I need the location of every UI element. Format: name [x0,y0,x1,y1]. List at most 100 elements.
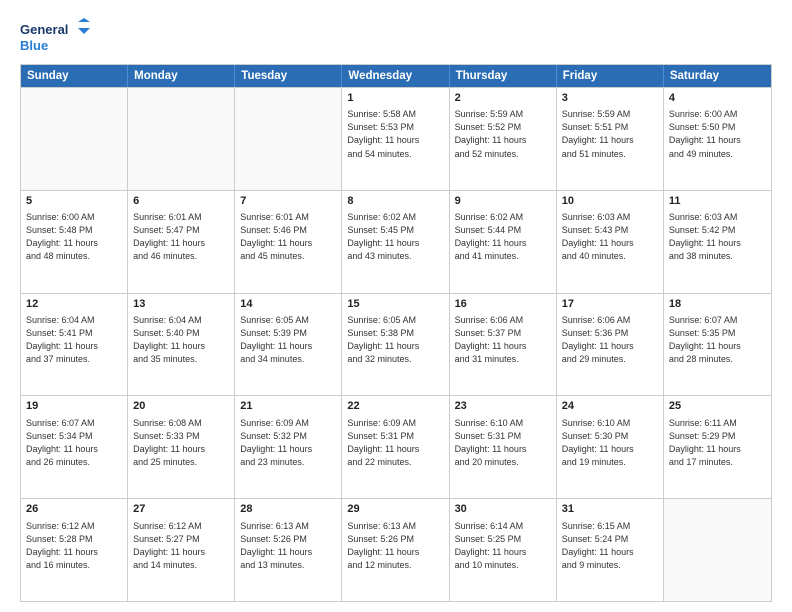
calendar-cell: 28 Sunrise: 6:13 AM Sunset: 5:26 PM Dayli… [235,499,342,601]
day-info: Sunrise: 6:10 AM Sunset: 5:31 PM Dayligh… [455,417,551,469]
calendar-cell: 30 Sunrise: 6:14 AM Sunset: 5:25 PM Dayli… [450,499,557,601]
day-info: Sunrise: 6:09 AM Sunset: 5:31 PM Dayligh… [347,417,443,469]
day-number: 18 [669,297,766,312]
calendar-cell: 6Sunrise: 6:01 AM Sunset: 5:47 PM Daylig… [128,191,235,293]
calendar-cell: 16Sunrise: 6:06 AM Sunset: 5:37 PM Dayli… [450,294,557,396]
calendar-cell [128,88,235,190]
calendar-cell: 8 Sunrise: 6:02 AM Sunset: 5:45 PM Daylig… [342,191,449,293]
calendar-cell: 3 Sunrise: 5:59 AM Sunset: 5:51 PM Daylig… [557,88,664,190]
calendar-cell: 26 Sunrise: 6:12 AM Sunset: 5:28 PM Dayli… [21,499,128,601]
calendar-cell [235,88,342,190]
day-info: Sunrise: 6:00 AM Sunset: 5:48 PM Dayligh… [26,211,122,263]
day-info: Sunrise: 6:00 AM Sunset: 5:50 PM Dayligh… [669,108,766,160]
calendar: SundayMondayTuesdayWednesdayThursdayFrid… [20,64,772,602]
calendar-row-4: 26 Sunrise: 6:12 AM Sunset: 5:28 PM Dayli… [21,498,771,601]
day-info: Sunrise: 6:12 AM Sunset: 5:28 PM Dayligh… [26,520,122,572]
calendar-cell: 21 Sunrise: 6:09 AM Sunset: 5:32 PM Dayli… [235,396,342,498]
calendar-row-0: 1 Sunrise: 5:58 AM Sunset: 5:53 PM Daylig… [21,87,771,190]
day-number: 3 [562,91,658,106]
calendar-cell: 2 Sunrise: 5:59 AM Sunset: 5:52 PM Daylig… [450,88,557,190]
day-number: 1 [347,91,443,106]
day-info: Sunrise: 6:06 AM Sunset: 5:37 PM Dayligh… [455,314,551,366]
day-number: 27 [133,502,229,517]
day-info: Sunrise: 6:09 AM Sunset: 5:32 PM Dayligh… [240,417,336,469]
day-number: 5 [26,194,122,209]
calendar-cell: 25Sunrise: 6:11 AM Sunset: 5:29 PM Dayli… [664,396,771,498]
header-day-saturday: Saturday [664,65,771,87]
header-day-tuesday: Tuesday [235,65,342,87]
day-number: 19 [26,399,122,414]
calendar-cell: 11 Sunrise: 6:03 AM Sunset: 5:42 PM Dayli… [664,191,771,293]
svg-text:Blue: Blue [20,38,48,53]
day-info: Sunrise: 6:08 AM Sunset: 5:33 PM Dayligh… [133,417,229,469]
calendar-cell: 24Sunrise: 6:10 AM Sunset: 5:30 PM Dayli… [557,396,664,498]
day-info: Sunrise: 6:07 AM Sunset: 5:35 PM Dayligh… [669,314,766,366]
calendar-cell: 29 Sunrise: 6:13 AM Sunset: 5:26 PM Dayli… [342,499,449,601]
day-number: 29 [347,502,443,517]
day-number: 10 [562,194,658,209]
day-info: Sunrise: 6:05 AM Sunset: 5:39 PM Dayligh… [240,314,336,366]
calendar-row-3: 19 Sunrise: 6:07 AM Sunset: 5:34 PM Dayli… [21,395,771,498]
day-number: 8 [347,194,443,209]
day-number: 28 [240,502,336,517]
day-info: Sunrise: 6:03 AM Sunset: 5:43 PM Dayligh… [562,211,658,263]
day-info: Sunrise: 6:13 AM Sunset: 5:26 PM Dayligh… [240,520,336,572]
calendar-cell: 20 Sunrise: 6:08 AM Sunset: 5:33 PM Dayli… [128,396,235,498]
calendar-cell: 17Sunrise: 6:06 AM Sunset: 5:36 PM Dayli… [557,294,664,396]
day-number: 15 [347,297,443,312]
day-info: Sunrise: 6:01 AM Sunset: 5:47 PM Dayligh… [133,211,229,263]
calendar-cell: 15 Sunrise: 6:05 AM Sunset: 5:38 PM Dayli… [342,294,449,396]
calendar-cell: 5 Sunrise: 6:00 AM Sunset: 5:48 PM Daylig… [21,191,128,293]
calendar-cell: 4Sunrise: 6:00 AM Sunset: 5:50 PM Daylig… [664,88,771,190]
header-day-thursday: Thursday [450,65,557,87]
day-number: 7 [240,194,336,209]
day-number: 23 [455,399,551,414]
calendar-cell [664,499,771,601]
day-number: 26 [26,502,122,517]
header-day-sunday: Sunday [21,65,128,87]
day-info: Sunrise: 5:59 AM Sunset: 5:51 PM Dayligh… [562,108,658,160]
calendar-cell: 10 Sunrise: 6:03 AM Sunset: 5:43 PM Dayli… [557,191,664,293]
calendar-row-2: 12Sunrise: 6:04 AM Sunset: 5:41 PM Dayli… [21,293,771,396]
calendar-cell: 22 Sunrise: 6:09 AM Sunset: 5:31 PM Dayli… [342,396,449,498]
calendar-row-1: 5 Sunrise: 6:00 AM Sunset: 5:48 PM Daylig… [21,190,771,293]
day-info: Sunrise: 6:05 AM Sunset: 5:38 PM Dayligh… [347,314,443,366]
calendar-body: 1 Sunrise: 5:58 AM Sunset: 5:53 PM Daylig… [21,87,771,601]
calendar-cell: 18 Sunrise: 6:07 AM Sunset: 5:35 PM Dayli… [664,294,771,396]
day-number: 11 [669,194,766,209]
day-info: Sunrise: 5:59 AM Sunset: 5:52 PM Dayligh… [455,108,551,160]
day-number: 9 [455,194,551,209]
calendar-cell: 7 Sunrise: 6:01 AM Sunset: 5:46 PM Daylig… [235,191,342,293]
day-number: 22 [347,399,443,414]
day-number: 14 [240,297,336,312]
day-number: 2 [455,91,551,106]
calendar-cell: 9Sunrise: 6:02 AM Sunset: 5:44 PM Daylig… [450,191,557,293]
calendar-cell: 27Sunrise: 6:12 AM Sunset: 5:27 PM Dayli… [128,499,235,601]
day-info: Sunrise: 5:58 AM Sunset: 5:53 PM Dayligh… [347,108,443,160]
day-number: 25 [669,399,766,414]
logo-svg: General Blue [20,18,90,56]
day-info: Sunrise: 6:14 AM Sunset: 5:25 PM Dayligh… [455,520,551,572]
calendar-cell: 19 Sunrise: 6:07 AM Sunset: 5:34 PM Dayli… [21,396,128,498]
day-info: Sunrise: 6:04 AM Sunset: 5:41 PM Dayligh… [26,314,122,366]
day-info: Sunrise: 6:01 AM Sunset: 5:46 PM Dayligh… [240,211,336,263]
day-info: Sunrise: 6:13 AM Sunset: 5:26 PM Dayligh… [347,520,443,572]
calendar-cell: 1 Sunrise: 5:58 AM Sunset: 5:53 PM Daylig… [342,88,449,190]
logo: General Blue [20,18,90,56]
day-number: 31 [562,502,658,517]
calendar-cell: 13Sunrise: 6:04 AM Sunset: 5:40 PM Dayli… [128,294,235,396]
calendar-header: SundayMondayTuesdayWednesdayThursdayFrid… [21,65,771,87]
day-info: Sunrise: 6:03 AM Sunset: 5:42 PM Dayligh… [669,211,766,263]
day-number: 17 [562,297,658,312]
day-info: Sunrise: 6:02 AM Sunset: 5:45 PM Dayligh… [347,211,443,263]
day-number: 20 [133,399,229,414]
day-info: Sunrise: 6:15 AM Sunset: 5:24 PM Dayligh… [562,520,658,572]
day-info: Sunrise: 6:07 AM Sunset: 5:34 PM Dayligh… [26,417,122,469]
header-day-wednesday: Wednesday [342,65,449,87]
day-number: 13 [133,297,229,312]
day-number: 21 [240,399,336,414]
calendar-cell: 23 Sunrise: 6:10 AM Sunset: 5:31 PM Dayli… [450,396,557,498]
day-number: 30 [455,502,551,517]
svg-text:General: General [20,22,68,37]
header-day-monday: Monday [128,65,235,87]
